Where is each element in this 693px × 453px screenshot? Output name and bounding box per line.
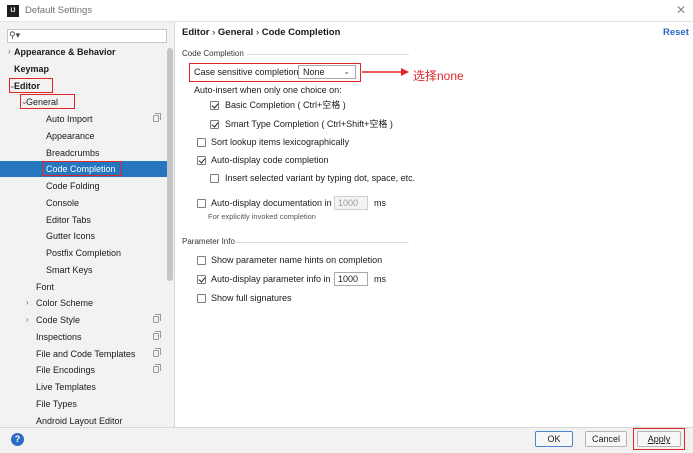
sidebar-item[interactable]: Code Folding — [0, 178, 167, 194]
smart-completion-checkbox[interactable] — [210, 120, 219, 129]
copy-icon — [153, 347, 161, 357]
ok-button[interactable]: OK — [535, 431, 573, 447]
sidebar-item[interactable]: Postfix Completion — [0, 245, 167, 261]
smart-completion-label: Smart Type Completion ( Ctrl+Shift+空格 ) — [225, 119, 393, 129]
cancel-button[interactable]: Cancel — [585, 431, 627, 447]
breadcrumb: Editor › General › Code Completion — [182, 27, 340, 38]
sidebar-item[interactable]: Appearance — [0, 128, 167, 144]
show-full-signatures-label: Show full signatures — [211, 293, 292, 303]
sidebar-item-label: File and Code Templates — [36, 348, 136, 359]
sidebar-item[interactable]: Inspections — [0, 329, 167, 345]
annotation-text: 选择none — [413, 69, 464, 83]
auto-doc-unit: ms — [374, 198, 386, 208]
auto-doc-delay-input[interactable]: 1000 — [334, 196, 368, 210]
highlight-apply — [633, 428, 685, 450]
sidebar-item-label: Live Templates — [36, 382, 96, 392]
sidebar-item-label: File Encodings — [36, 365, 96, 376]
highlight-general — [20, 94, 75, 109]
insert-selected-variant-label: Insert selected variant by typing dot, s… — [225, 173, 416, 183]
auto-param-delay-input[interactable]: 1000 — [334, 272, 368, 286]
auto-display-param-label: Auto-display parameter info in — [211, 274, 331, 284]
group-separator — [234, 242, 409, 243]
reset-link[interactable]: Reset — [663, 27, 689, 38]
copy-icon — [153, 113, 161, 122]
search-icon: ⚲▾ — [9, 30, 21, 40]
sidebar-item-label: Smart Keys — [46, 264, 93, 275]
sidebar-item[interactable]: Gutter Icons — [0, 228, 167, 244]
sidebar-scrollbar[interactable] — [167, 48, 173, 281]
sidebar-item[interactable]: › Code Style — [0, 312, 167, 328]
copy-icon — [153, 330, 161, 340]
sidebar-item[interactable]: File Types — [0, 396, 167, 412]
sidebar-item-label: Font — [36, 281, 55, 292]
sidebar-item[interactable]: File and Code Templates — [0, 346, 167, 362]
show-param-hints-checkbox[interactable] — [197, 256, 206, 265]
breadcrumb-code-completion: Code Completion — [261, 27, 341, 38]
search-input[interactable] — [7, 29, 167, 43]
auto-display-completion-checkbox[interactable] — [197, 156, 206, 165]
sidebar-item[interactable]: Console — [0, 195, 167, 211]
sidebar-item[interactable]: › Appearance & Behavior — [0, 44, 167, 60]
auto-display-param-checkbox[interactable] — [197, 275, 206, 284]
sidebar-item-label: Inspections — [36, 331, 82, 342]
sort-lexicographically-checkbox[interactable] — [197, 138, 206, 147]
sidebar-item[interactable]: Editor Tabs — [0, 212, 167, 228]
breadcrumb-separator: › — [212, 27, 216, 38]
sidebar-item[interactable]: File Encodings — [0, 362, 167, 378]
chevron-right-icon[interactable]: › — [8, 44, 11, 60]
sidebar-item-label: File Types — [36, 398, 77, 409]
sidebar-item-label: Gutter Icons — [46, 231, 96, 242]
chevron-right-icon[interactable]: › — [26, 312, 29, 328]
sidebar-item-label: Color Scheme — [36, 298, 94, 309]
copy-icon — [153, 364, 161, 374]
sidebar-item[interactable]: Auto Import — [0, 111, 167, 127]
sidebar-item-label: Keymap — [14, 63, 50, 74]
show-full-signatures-checkbox[interactable] — [197, 294, 206, 303]
basic-completion-checkbox[interactable] — [210, 101, 219, 110]
help-icon[interactable]: ? — [11, 433, 24, 446]
highlight-code-completion — [42, 161, 122, 176]
app-icon: IJ — [7, 5, 19, 17]
sidebar-item-label: Auto Import — [46, 114, 93, 124]
auto-display-completion-label: Auto-display code completion — [211, 155, 329, 165]
breadcrumb-editor: Editor — [182, 27, 210, 38]
chevron-right-icon[interactable]: › — [26, 295, 29, 311]
close-icon[interactable]: ✕ — [676, 3, 686, 17]
sidebar-item-label: Console — [46, 197, 80, 208]
sidebar-item[interactable]: Live Templates — [0, 379, 167, 395]
sidebar-item[interactable]: Font — [0, 279, 167, 295]
sidebar-item-label: Appearance — [46, 130, 95, 141]
highlight-case-sensitive — [189, 63, 361, 82]
sidebar-item-label: Breadcrumbs — [46, 147, 100, 158]
copy-icon — [153, 314, 161, 323]
auto-display-doc-checkbox[interactable] — [197, 199, 206, 208]
auto-param-unit: ms — [374, 274, 386, 284]
breadcrumb-separator: › — [255, 27, 260, 38]
show-param-hints-label: Show parameter name hints on completion — [211, 255, 383, 265]
sidebar-item-label: Postfix Completion — [46, 248, 122, 258]
window-title: Default Settings — [25, 5, 93, 16]
title-bar — [0, 0, 693, 22]
basic-completion-label: Basic Completion ( Ctrl+空格 ) — [225, 100, 346, 110]
sidebar-item-label: Appearance & Behavior — [14, 47, 116, 57]
breadcrumb-general: General — [217, 27, 254, 38]
sort-lexicographically-label: Sort lookup items lexicographically — [211, 137, 350, 147]
insert-selected-variant-checkbox[interactable] — [210, 174, 219, 183]
code-completion-group-title: Code Completion — [182, 49, 244, 58]
sidebar-item[interactable]: › Color Scheme — [0, 295, 167, 311]
sidebar-item[interactable]: Smart Keys — [0, 262, 167, 278]
auto-insert-label: Auto-insert when only one choice on: — [194, 85, 342, 95]
sidebar-item[interactable]: Keymap — [0, 61, 167, 77]
highlight-editor — [9, 78, 53, 93]
annotation-arrow — [362, 68, 409, 76]
sidebar-item-label: Editor Tabs — [46, 214, 91, 225]
sidebar-item[interactable]: Breadcrumbs — [0, 145, 167, 161]
sidebar-item-label: Code Folding — [46, 181, 100, 191]
parameter-info-group-title: Parameter Info — [182, 237, 235, 246]
sidebar-item-label: Code Style — [36, 315, 81, 325]
auto-display-doc-label: Auto-display documentation in — [211, 198, 332, 208]
auto-doc-hint: For explicitly invoked completion — [208, 212, 316, 221]
group-separator — [247, 54, 409, 55]
